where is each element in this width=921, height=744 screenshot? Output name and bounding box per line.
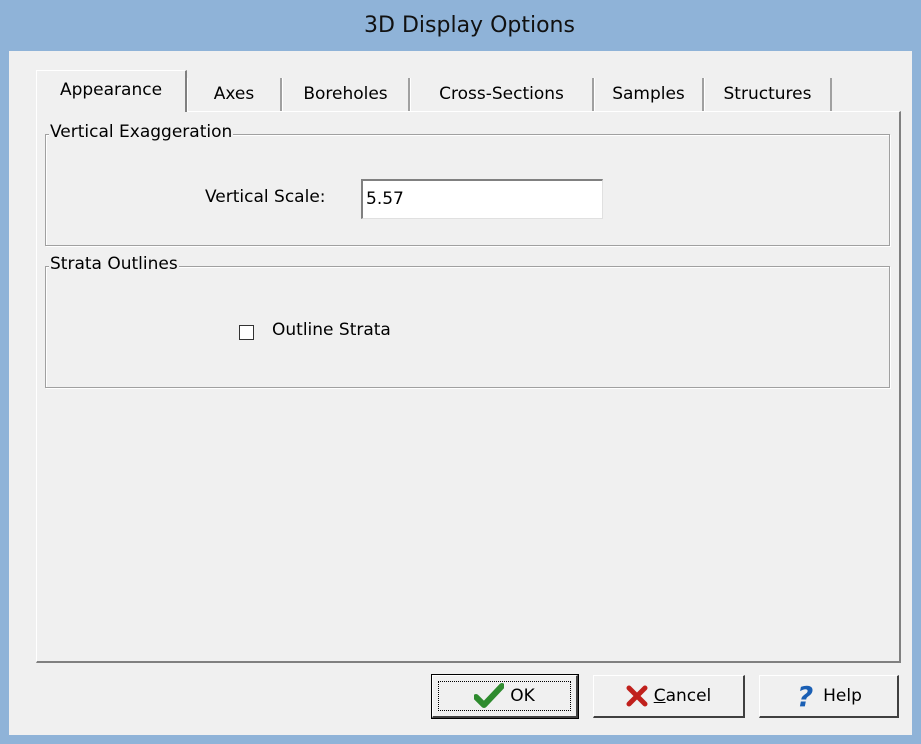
tab-structures[interactable]: Structures — [704, 78, 832, 111]
tab-label: Cross-Sections — [439, 84, 564, 104]
vertical-exaggeration-legend: Vertical Exaggeration — [49, 122, 234, 142]
focus-rectangle — [438, 681, 571, 711]
appearance-panel: Vertical Exaggeration Vertical Scale: 5.… — [36, 111, 901, 663]
svg-text:?: ? — [797, 682, 813, 710]
strata-outlines-group: Strata Outlines Outline Strata — [45, 254, 890, 388]
vertical-exaggeration-group: Vertical Exaggeration Vertical Scale: 5.… — [45, 122, 890, 246]
tab-boreholes[interactable]: Boreholes — [282, 78, 410, 111]
cancel-label: Cancel — [654, 686, 712, 706]
window-title: 3D Display Options — [364, 13, 575, 38]
cancel-button[interactable]: Cancel — [593, 675, 745, 718]
tab-axes[interactable]: Axes — [187, 78, 282, 111]
title-bar[interactable]: 3D Display Options — [9, 0, 921, 51]
tab-label: Samples — [612, 84, 685, 104]
tab-label: Appearance — [59, 80, 163, 100]
dialog-window: 3D Display Options Appearance Axes Boreh… — [0, 0, 921, 744]
tab-samples[interactable]: Samples — [594, 78, 704, 111]
outline-strata-checkbox[interactable] — [239, 325, 254, 340]
tab-label: Axes — [213, 84, 255, 104]
strata-outlines-legend: Strata Outlines — [49, 254, 179, 274]
cancel-x-icon — [626, 685, 648, 707]
tab-appearance[interactable]: Appearance — [36, 70, 187, 112]
help-label: Help — [823, 686, 862, 706]
cancel-mnemonic: C — [653, 686, 666, 706]
ok-button[interactable]: OK — [431, 674, 579, 719]
vertical-scale-input[interactable]: 5.57 — [361, 179, 603, 219]
tab-cross-sections[interactable]: Cross-Sections — [410, 78, 594, 111]
tab-label: Boreholes — [303, 84, 388, 104]
help-question-icon: ? — [795, 682, 817, 710]
cancel-label-rest: ancel — [665, 686, 712, 706]
tab-strip: Appearance Axes Boreholes Cross-Sections… — [36, 70, 846, 112]
tab-label: Structures — [723, 84, 812, 104]
vertical-scale-label: Vertical Scale: — [205, 187, 326, 207]
outline-strata-label[interactable]: Outline Strata — [272, 320, 391, 340]
help-button[interactable]: ? Help — [759, 675, 899, 718]
